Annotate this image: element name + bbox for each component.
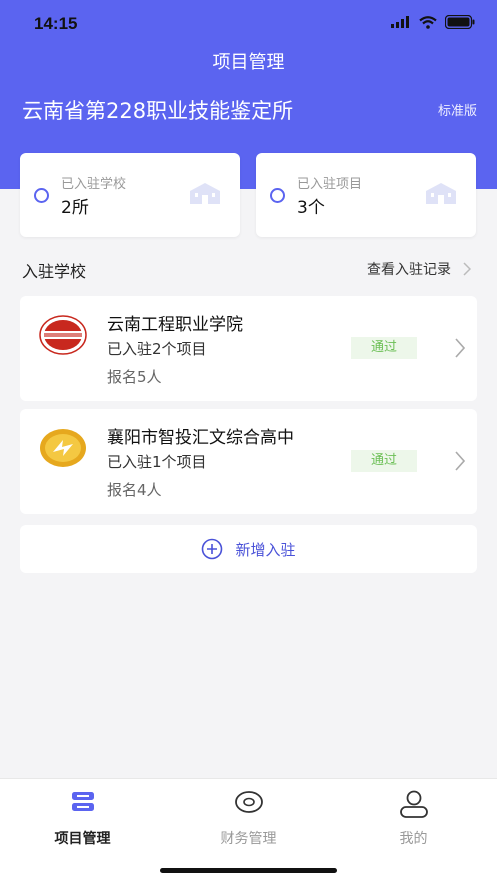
school-name: 襄阳市智投汇文综合高中 <box>107 428 294 448</box>
stat-card-schools[interactable]: 已入驻学校 2所 <box>20 153 240 237</box>
school-signups: 报名5人 <box>107 368 162 386</box>
home-indicator[interactable] <box>160 868 337 873</box>
version-label[interactable]: 标准版 <box>438 100 477 119</box>
school-projects: 已入驻2个项目 <box>107 340 207 358</box>
person-icon <box>399 790 428 818</box>
building-icon <box>426 183 456 204</box>
tab-finance-management[interactable]: 财务管理 <box>166 779 331 859</box>
ring-icon <box>270 188 285 203</box>
status-icons <box>391 15 475 29</box>
college-seal-icon <box>39 315 87 355</box>
status-bar: 14:15 <box>0 0 497 48</box>
school-card[interactable]: 云南工程职业学院 已入驻2个项目 报名5人 通过 <box>20 296 477 401</box>
view-records-label: 查看入驻记录 <box>367 262 451 278</box>
add-school-button[interactable]: 新增入驻 <box>20 525 477 573</box>
project-list-icon <box>71 792 94 811</box>
page-title: 项目管理 <box>212 52 285 73</box>
tab-label: 项目管理 <box>54 831 111 847</box>
finance-coin-icon <box>234 791 263 813</box>
stat-card-projects[interactable]: 已入驻项目 3个 <box>256 153 476 237</box>
chevron-right-icon <box>455 338 465 358</box>
stat-label: 已入驻学校 <box>61 177 127 192</box>
stat-value: 2所 <box>61 198 89 218</box>
school-signups: 报名4人 <box>107 481 162 499</box>
plus-circle-icon <box>202 538 223 560</box>
battery-icon <box>445 15 475 29</box>
section-title: 入驻学校 <box>22 262 87 281</box>
school-seal-icon <box>40 429 86 467</box>
stat-label: 已入驻项目 <box>297 177 363 192</box>
tab-label: 财务管理 <box>220 831 277 847</box>
org-name: 云南省第228职业技能鉴定所 <box>22 99 294 123</box>
building-icon <box>190 183 220 204</box>
signal-icon <box>391 16 409 28</box>
add-school-label: 新增入驻 <box>235 540 296 559</box>
status-badge: 通过 <box>351 450 417 472</box>
tab-label: 我的 <box>399 831 428 847</box>
school-name: 云南工程职业学院 <box>107 315 243 335</box>
view-records-link[interactable]: 查看入驻记录 <box>367 259 471 279</box>
chevron-right-icon <box>455 451 465 471</box>
school-card[interactable]: 襄阳市智投汇文综合高中 已入驻1个项目 报名4人 通过 <box>20 409 477 514</box>
wifi-icon <box>419 15 437 29</box>
stat-value: 3个 <box>297 198 325 218</box>
ring-icon <box>34 188 49 203</box>
chevron-right-icon <box>463 262 471 276</box>
tab-mine[interactable]: 我的 <box>331 779 496 859</box>
status-time: 14:15 <box>34 14 78 33</box>
school-projects: 已入驻1个项目 <box>107 453 207 471</box>
tab-project-management[interactable]: 项目管理 <box>0 779 165 859</box>
status-badge: 通过 <box>351 337 417 359</box>
